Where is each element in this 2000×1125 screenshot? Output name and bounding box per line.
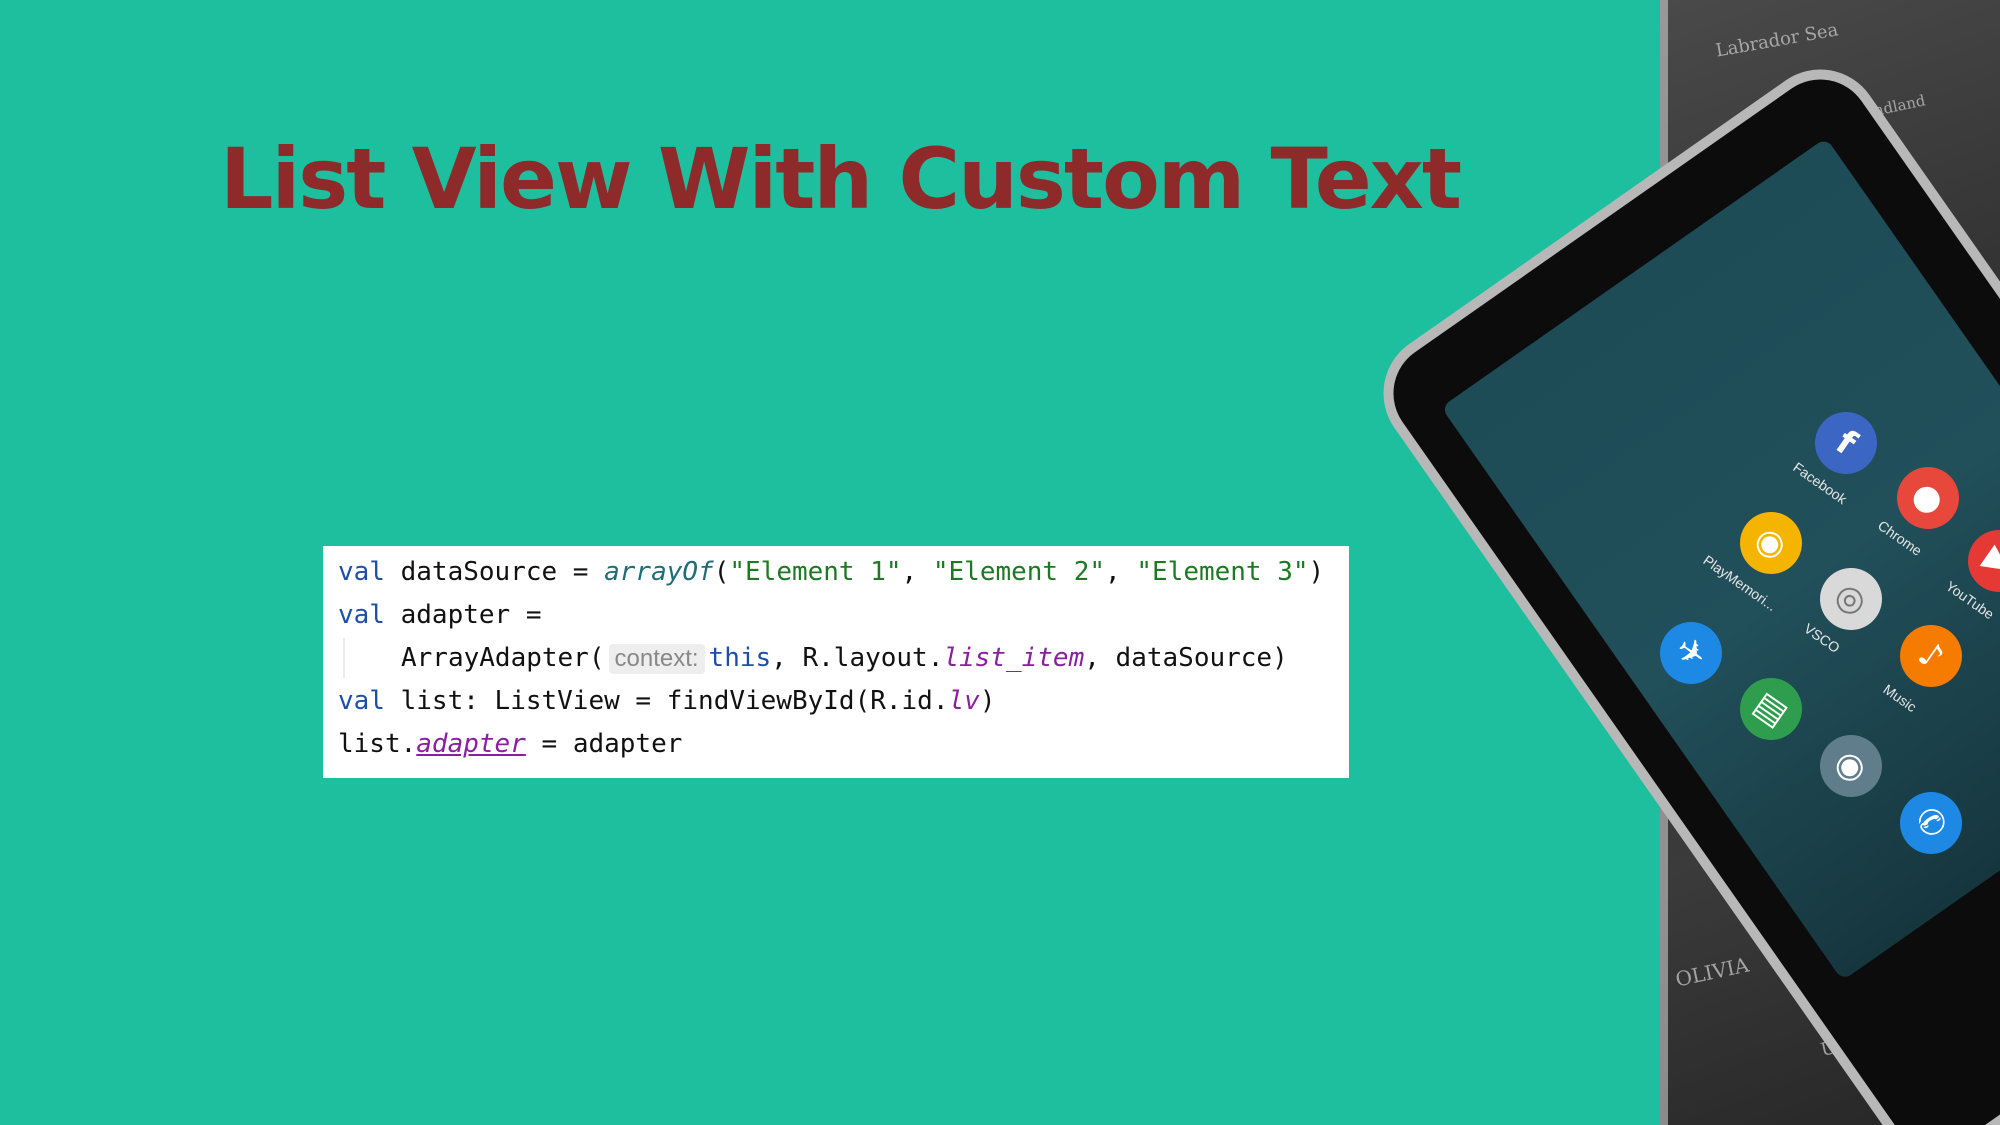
code-text: , R.layout.: [771, 643, 944, 673]
keyword: this: [708, 643, 772, 673]
string-literal: "Element 1": [729, 557, 902, 587]
code-text: list: ListView = findViewById(R.id.: [384, 686, 949, 716]
code-text: ArrayAdapter(: [401, 643, 605, 673]
code-line-2: val adapter =: [338, 599, 542, 631]
map-label: St. Pierre: [1699, 193, 1769, 223]
string-literal: "Element 2": [932, 557, 1106, 587]
code-text: ,: [1105, 557, 1137, 587]
code-text: adapter =: [384, 600, 542, 630]
code-text: , dataSource): [1084, 643, 1288, 673]
map-label: Labrador Sea: [1714, 19, 1840, 62]
string-literal: "Element 3": [1136, 557, 1309, 587]
keyword: val: [338, 557, 385, 587]
map-label: OLIVIA: [1673, 952, 1752, 992]
map-label: URUGUAY: [1818, 1020, 1919, 1061]
keyword: val: [338, 600, 385, 630]
property-name: adapter: [416, 729, 526, 759]
parameter-hint: context:: [608, 644, 705, 674]
code-text: = adapter: [525, 729, 683, 759]
code-line-3: ArrayAdapter(context: this, R.layout.list…: [401, 642, 1288, 674]
code-text: dataSource =: [384, 557, 605, 587]
function-name: arrayOf: [604, 557, 714, 587]
code-text: (: [713, 557, 730, 587]
keyword: val: [338, 686, 385, 716]
code-line-1: val dataSource = arrayOf("Element 1", "E…: [338, 556, 1324, 588]
phone-photo: Labrador Sea Island of Newfoundland St. …: [1660, 0, 2000, 1125]
property-name: lv: [948, 686, 980, 716]
slide-title: List View With Custom Text: [219, 130, 1462, 228]
code-text: ,: [901, 557, 933, 587]
code-text: ): [979, 686, 996, 716]
property-name: list_item: [943, 643, 1085, 673]
code-line-5: list.adapter = adapter: [338, 728, 682, 760]
code-line-4: val list: ListView = findViewById(R.id.l…: [338, 685, 995, 717]
code-text: list.: [338, 729, 417, 759]
map-label: Island of Newfoundland: [1745, 91, 1927, 147]
indent-guide: [343, 638, 345, 678]
photo-edge: [1660, 0, 1668, 1125]
code-text: ): [1308, 557, 1325, 587]
decorative-flap: [1568, 256, 1668, 356]
map-label: NO: [1826, 229, 1878, 271]
code-snippet: val dataSource = arrayOf("Element 1", "E…: [323, 546, 1349, 778]
